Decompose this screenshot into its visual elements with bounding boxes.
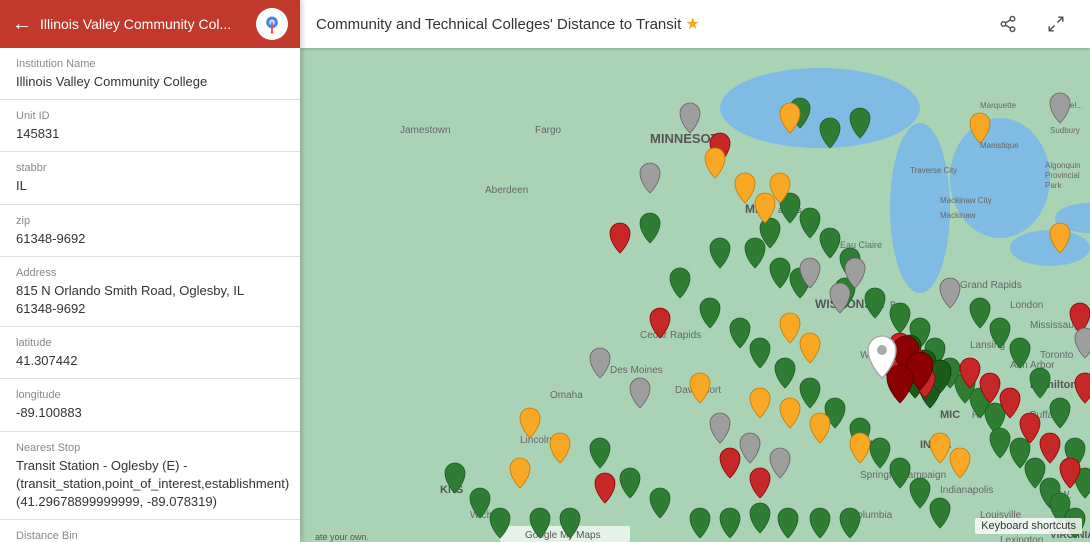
sidebar-header: ← Illinois Valley Community Col...: [0, 0, 300, 48]
label-unit-id: Unit ID: [16, 110, 284, 122]
svg-text:Hamilton: Hamilton: [1030, 379, 1077, 391]
value-longitude: -89.100883: [16, 404, 284, 422]
svg-text:Grand Rapids: Grand Rapids: [960, 280, 1022, 291]
svg-text:Park: Park: [1045, 181, 1062, 190]
svg-text:Minn: Minn: [745, 202, 773, 216]
value-latitude: 41.307442: [16, 352, 284, 370]
svg-text:Provincial: Provincial: [1045, 171, 1080, 180]
label-zip: zip: [16, 215, 284, 227]
google-maps-logo: [256, 8, 288, 40]
svg-text:Jamestown: Jamestown: [400, 125, 451, 136]
svg-text:Omaha: Omaha: [550, 390, 583, 401]
svg-text:Lexington: Lexington: [1000, 535, 1043, 542]
svg-text:Manistique: Manistique: [980, 141, 1019, 150]
svg-text:KNS: KNS: [440, 484, 463, 496]
svg-text:Algonquin: Algonquin: [1045, 161, 1081, 170]
svg-text:Fargo: Fargo: [535, 125, 562, 136]
svg-text:Marquette: Marquette: [980, 101, 1017, 110]
svg-text:MINNESOTA: MINNESOTA: [650, 131, 728, 146]
svg-text:Mississauga: Mississauga: [1030, 320, 1085, 331]
svg-text:ILLI: ILLI: [860, 439, 880, 451]
sidebar-content: Institution Name Illinois Valley Communi…: [0, 48, 300, 542]
value-unit-id: 145831: [16, 125, 284, 143]
field-address: Address 815 N Orlando Smith Road, Oglesb…: [0, 257, 300, 327]
field-longitude: longitude -89.100883: [0, 379, 300, 431]
field-distance-bin: Distance Bin Within 1-2 Miles: [0, 520, 300, 542]
svg-text:Sudbury: Sudbury: [1050, 126, 1080, 135]
svg-text:London: London: [1010, 300, 1043, 311]
sidebar-title: Illinois Valley Community Col...: [40, 16, 248, 32]
sidebar: ← Illinois Valley Community Col... Insti…: [0, 0, 300, 542]
label-address: Address: [16, 267, 284, 279]
svg-text:Google My Maps: Google My Maps: [525, 530, 601, 541]
value-zip: 61348-9692: [16, 230, 284, 248]
svg-text:Traverse City: Traverse City: [910, 166, 957, 175]
map-container[interactable]: Community and Technical Colleges' Distan…: [300, 0, 1090, 542]
svg-text:Lincoln: Lincoln: [520, 435, 552, 446]
svg-text:Verel...: Verel...: [1058, 101, 1083, 110]
value-nearest-stop: Transit Station - Oglesby (E) - (transit…: [16, 457, 284, 512]
svg-text:Champaign: Champaign: [895, 470, 946, 481]
value-address: 815 N Orlando Smith Road, Oglesby, IL 61…: [16, 282, 284, 318]
svg-text:N: N: [882, 440, 889, 450]
svg-text:INDI: INDI: [920, 439, 942, 451]
field-institution-name: Institution Name Illinois Valley Communi…: [0, 48, 300, 100]
label-longitude: longitude: [16, 389, 284, 401]
keyboard-shortcuts: Keyboard shortcuts: [975, 518, 1082, 534]
back-button[interactable]: ←: [12, 13, 32, 36]
svg-text:Indianapolis: Indianapolis: [940, 485, 993, 496]
label-latitude: latitude: [16, 337, 284, 349]
svg-text:Davenport: Davenport: [675, 385, 721, 396]
svg-text:Bay: Bay: [890, 300, 906, 310]
field-unit-id: Unit ID 145831: [0, 100, 300, 152]
fullscreen-button[interactable]: [1038, 6, 1074, 42]
svg-text:Milwaukee: Milwaukee: [900, 369, 955, 381]
map-header: Community and Technical Colleges' Distan…: [300, 0, 1090, 48]
svg-text:Eau Claire: Eau Claire: [840, 240, 882, 250]
svg-text:apolis: apolis: [778, 205, 802, 215]
svg-text:Ann Arbor: Ann Arbor: [1010, 360, 1055, 371]
svg-text:MIC: MIC: [940, 409, 960, 421]
label-stabbr: stabbr: [16, 162, 284, 174]
label-nearest-stop: Nearest Stop: [16, 442, 284, 454]
svg-text:W.: W.: [1060, 490, 1072, 501]
svg-text:Wichita: Wichita: [470, 510, 503, 521]
svg-text:Lansing: Lansing: [970, 340, 1005, 351]
star-icon: ★: [685, 16, 699, 33]
svg-text:H: H: [972, 410, 979, 420]
svg-text:WISCONSIN: WISCONSIN: [815, 297, 884, 311]
svg-text:Buffalo: Buffalo: [1030, 410, 1061, 421]
svg-text:A: A: [945, 440, 951, 450]
field-latitude: latitude 41.307442: [0, 327, 300, 379]
value-stabbr: IL: [16, 177, 284, 195]
label-institution-name: Institution Name: [16, 58, 284, 70]
value-institution-name: Illinois Valley Community College: [16, 73, 284, 91]
svg-text:Wisconsin Dells: Wisconsin Dells: [860, 350, 931, 361]
share-button[interactable]: [990, 6, 1026, 42]
svg-text:Columbia: Columbia: [850, 510, 893, 521]
svg-text:Des Moines: Des Moines: [610, 365, 663, 376]
svg-text:Mackinaw City: Mackinaw City: [940, 196, 992, 205]
map-background[interactable]: MINNESOTA Aberdeen Jamestown Fargo Minn …: [300, 48, 1090, 542]
field-nearest-stop: Nearest Stop Transit Station - Oglesby (…: [0, 432, 300, 521]
svg-text:Cedar Rapids: Cedar Rapids: [640, 330, 701, 341]
label-distance-bin: Distance Bin: [16, 530, 284, 542]
field-stabbr: stabbr IL: [0, 152, 300, 204]
svg-text:Mackinaw: Mackinaw: [940, 211, 976, 220]
svg-text:Aberdeen: Aberdeen: [485, 185, 528, 196]
map-title: Community and Technical Colleges' Distan…: [316, 14, 978, 34]
field-zip: zip 61348-9692: [0, 205, 300, 257]
